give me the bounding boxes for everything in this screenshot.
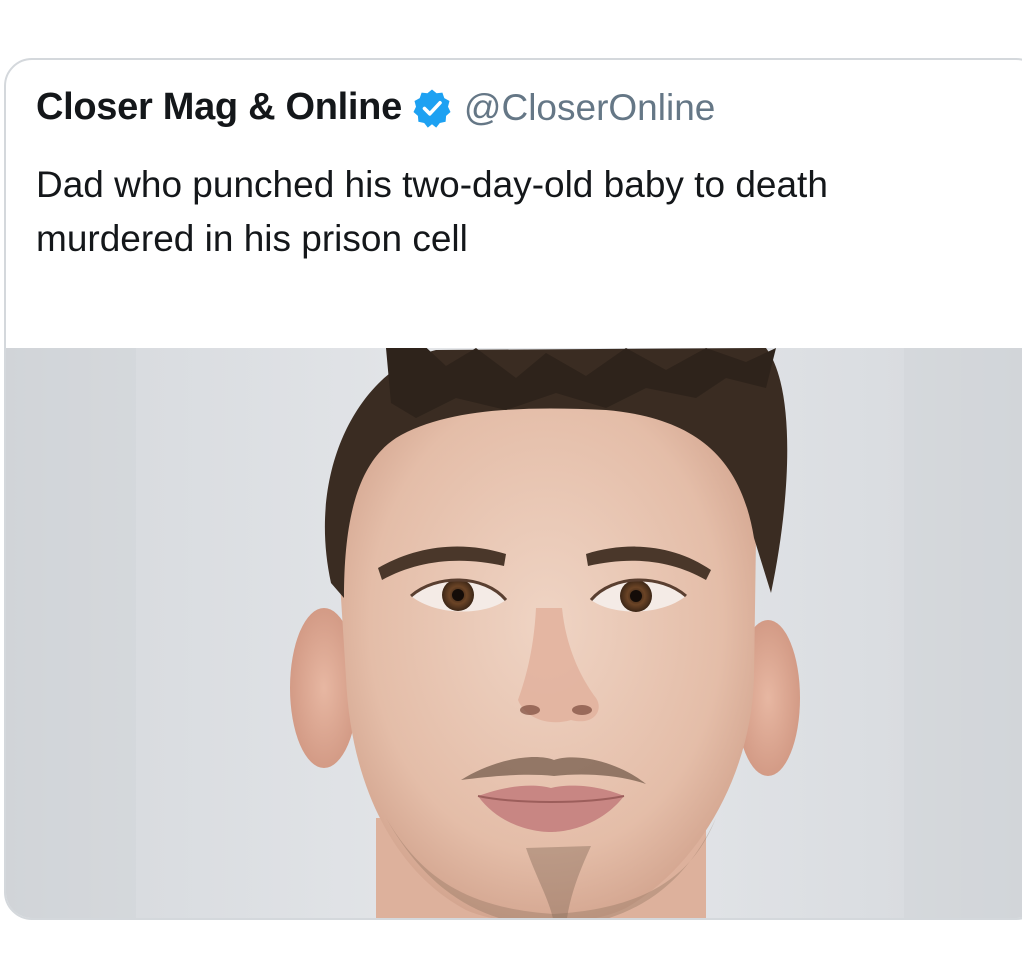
tweet-header: Closer Mag & Online @CloserOnline — [36, 86, 715, 129]
mugshot-image — [6, 348, 1022, 918]
tweet-text: Dad who punched his two-day-old baby to … — [36, 164, 828, 259]
verified-badge-icon — [412, 88, 452, 128]
author-name[interactable]: Closer Mag & Online — [36, 86, 402, 129]
quoted-tweet-card[interactable]: Closer Mag & Online @CloserOnline Dad wh… — [4, 58, 1022, 920]
tweet-photo[interactable] — [6, 348, 1022, 918]
author-handle[interactable]: @CloserOnline — [464, 87, 715, 129]
